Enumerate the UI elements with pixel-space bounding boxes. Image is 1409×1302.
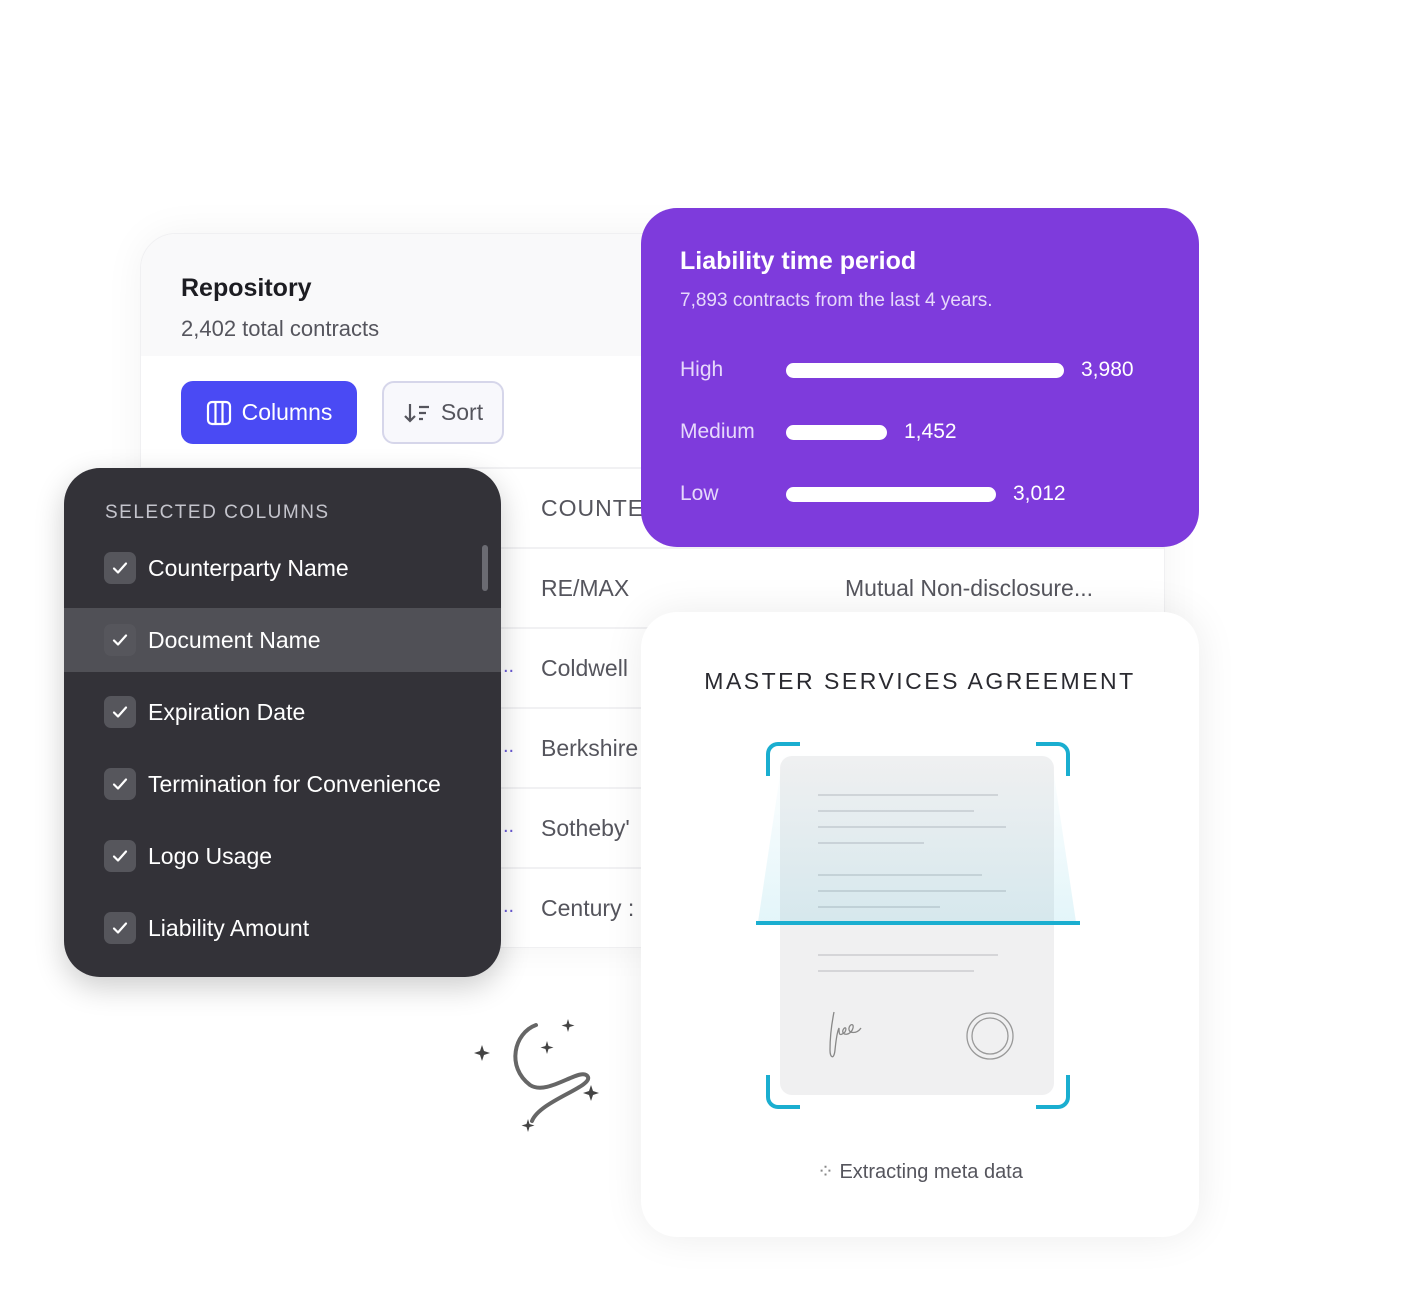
scan-corner-tr [1036,742,1070,776]
columns-button[interactable]: Columns [181,381,357,444]
msa-title: MASTER SERVICES AGREEMENT [704,668,1136,694]
check-icon [112,562,128,574]
document-cell: Mutual Non-disclosure... [845,575,1093,601]
seal-icon [966,1012,1014,1060]
truncated-cell: .. [503,895,515,917]
column-option[interactable]: Document Name [64,608,501,672]
bar-label: Medium [680,420,755,443]
column-option-label: Counterparty Name [148,554,349,581]
bar-label: High [680,358,724,381]
sort-button[interactable]: Sort [382,381,504,444]
counterparty-cell: Sotheby' [541,815,630,841]
checkbox[interactable] [104,912,136,944]
bar-label: Low [680,482,719,505]
scan-corner-bl [766,1075,800,1109]
signature-icon [829,1011,862,1058]
scrollbar[interactable] [482,545,488,591]
column-option-label: Logo Usage [148,842,273,869]
truncated-cell: .. [503,655,515,677]
bar-low [786,487,996,502]
sort-label: Sort [440,399,484,425]
scan-beam [758,752,1076,922]
liability-title: Liability time period [680,247,917,275]
liability-card: Liability time period 7,893 contracts fr… [641,208,1199,547]
extraction-status: ⁘ Extracting meta data [641,1159,1199,1184]
truncated-cell: .. [503,735,515,757]
checkbox[interactable] [104,624,136,656]
liability-subtitle: 7,893 contracts from the last 4 years. [680,290,993,311]
column-option[interactable]: Expiration Date [64,680,501,744]
columns-icon [206,400,231,425]
column-header-counterparty: COUNTE [541,495,645,521]
column-option-label: Document Name [148,626,321,653]
msa-card: MASTER SERVICES AGREEMENT ⁘ Extracting m… [641,612,1199,1237]
counterparty-cell: RE/MAX [541,575,630,601]
scan-corner-tl [766,742,800,776]
selected-columns-dropdown: SELECTED COLUMNS Counterparty Name Docum… [64,468,501,977]
check-icon [112,850,128,862]
sort-icon [404,403,429,423]
column-option-label: Liability Amount [148,914,310,941]
checkbox[interactable] [104,696,136,728]
bar-value: 1,452 [904,420,957,443]
check-icon [112,634,128,646]
truncated-cell: .. [503,815,515,837]
column-option[interactable]: Termination for Convenience [64,752,501,816]
repository-subtitle: 2,402 total contracts [181,316,380,341]
bar-medium [786,425,887,440]
counterparty-cell: Century : [541,895,635,921]
bar-value: 3,980 [1081,358,1134,381]
checkbox[interactable] [104,840,136,872]
scan-corner-br [1036,1075,1070,1109]
status-text: Extracting meta data [839,1161,1023,1183]
dropdown-heading: SELECTED COLUMNS [105,502,330,523]
check-icon [112,706,128,718]
column-option[interactable]: Logo Usage [64,824,501,888]
check-icon [112,922,128,934]
sparkle-signature-icon [474,1019,599,1132]
column-option[interactable]: Counterparty Name [64,536,501,600]
counterparty-cell: Berkshire [541,735,639,761]
checkbox[interactable] [104,768,136,800]
column-option-label: Termination for Convenience [148,770,441,797]
repository-title: Repository [181,274,312,302]
column-option[interactable]: Liability Amount [64,896,501,960]
check-icon [112,778,128,790]
bar-value: 3,012 [1013,482,1066,505]
loading-spinner-icon: ⁘ [817,1161,834,1183]
column-option-label: Expiration Date [148,698,306,725]
checkbox[interactable] [104,552,136,584]
columns-label: Columns [241,399,333,425]
scan-line [756,921,1080,925]
counterparty-cell: Coldwell [541,655,628,681]
bar-high [786,363,1064,378]
